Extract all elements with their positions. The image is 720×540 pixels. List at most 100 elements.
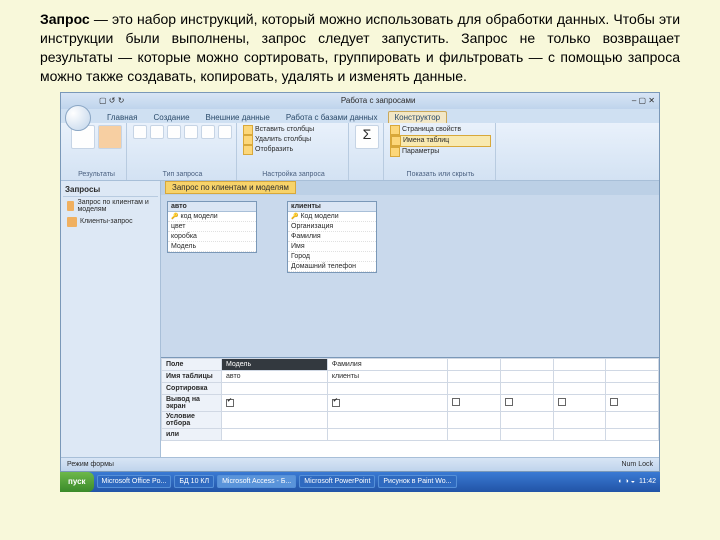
- qbe-cell[interactable]: [448, 382, 501, 394]
- slide-caption-rest: — это набор инструкций, который можно ис…: [40, 11, 680, 84]
- query-icon: [67, 201, 74, 211]
- start-button[interactable]: пуск: [60, 472, 94, 492]
- qbe-cell[interactable]: [448, 370, 501, 382]
- show-checkbox[interactable]: [452, 398, 460, 406]
- qbe-cell[interactable]: [500, 411, 553, 428]
- qbe-cell[interactable]: [606, 411, 659, 428]
- show-checkbox[interactable]: [558, 398, 566, 406]
- tab-create[interactable]: Создание: [147, 112, 195, 123]
- run-button[interactable]: [98, 125, 122, 149]
- qbe-cell[interactable]: [606, 370, 659, 382]
- qbe-cell[interactable]: [327, 428, 447, 440]
- taskbar-item-1[interactable]: БД 10 КЛ: [174, 475, 214, 488]
- navigation-pane[interactable]: Запросы Запрос по клиентам и моделям Кли…: [61, 181, 161, 457]
- relationship-area[interactable]: авто код модели цвет коробка Модель клие…: [161, 195, 659, 357]
- qtype-cross-icon[interactable]: [201, 125, 215, 139]
- taskbar-item-2[interactable]: Microsoft Access - Б...: [217, 475, 296, 488]
- qbe-cell[interactable]: [606, 394, 659, 411]
- qtype-delete-icon[interactable]: [218, 125, 232, 139]
- cmd-show[interactable]: Отобразить: [243, 145, 344, 155]
- qbe-cell[interactable]: [327, 411, 447, 428]
- qbe-cell[interactable]: [500, 394, 553, 411]
- qbe-cell[interactable]: [553, 428, 606, 440]
- qbe-cell[interactable]: [327, 382, 447, 394]
- cmd-table-names[interactable]: Имена таблиц: [390, 135, 491, 147]
- nav-header[interactable]: Запросы: [63, 183, 158, 197]
- cmd-prop-sheet[interactable]: Страница свойств: [390, 125, 491, 135]
- qbe-cell[interactable]: [500, 358, 553, 370]
- system-tray[interactable]: ◐ ◑ ◒ 11:42: [618, 478, 656, 485]
- qbe-cell[interactable]: [222, 411, 328, 428]
- qbe-cell[interactable]: [606, 428, 659, 440]
- qbe-cell[interactable]: [222, 428, 328, 440]
- qbe-cell[interactable]: [222, 394, 328, 411]
- fld-cli-4[interactable]: Город: [288, 252, 376, 262]
- fld-cli-1[interactable]: Организация: [288, 222, 376, 232]
- fld-cli-5[interactable]: Домашний телефон: [288, 262, 376, 272]
- start-label: пуск: [68, 477, 86, 486]
- table-clients[interactable]: клиенты Код модели Организация Фамилия И…: [287, 201, 377, 273]
- fld-cli-2[interactable]: Фамилия: [288, 232, 376, 242]
- qtype-make-icon[interactable]: [150, 125, 164, 139]
- titlebar: ▢ ↺ ↻ Работа с запросами – ▢ ✕: [61, 93, 659, 109]
- fld-avto-0[interactable]: код модели: [168, 212, 256, 222]
- qbe-cell[interactable]: [606, 382, 659, 394]
- qat[interactable]: ▢ ↺ ↻: [99, 96, 124, 105]
- fld-cli-3[interactable]: Имя: [288, 242, 376, 252]
- qtype-update-icon[interactable]: [184, 125, 198, 139]
- office-button[interactable]: [65, 105, 91, 131]
- tab-home[interactable]: Главная: [101, 112, 143, 123]
- show-checkbox[interactable]: [610, 398, 618, 406]
- group-qtype-label: Тип запроса: [133, 171, 232, 178]
- qbe-cell[interactable]: [553, 411, 606, 428]
- qbe-cell[interactable]: [222, 382, 328, 394]
- fld-cli-0[interactable]: Код модели: [288, 212, 376, 222]
- qtype-append-icon[interactable]: [167, 125, 181, 139]
- qbe-cell[interactable]: Модель: [222, 358, 328, 370]
- qbe-cell[interactable]: Фамилия: [327, 358, 447, 370]
- tab-external[interactable]: Внешние данные: [200, 112, 276, 123]
- tab-dbtools[interactable]: Работа с базами данных: [280, 112, 384, 123]
- taskbar-item-4[interactable]: Рисунок в Paint Wo...: [378, 475, 456, 488]
- doc-tab-active[interactable]: Запрос по клиентам и моделям: [165, 181, 296, 194]
- cmd-params[interactable]: Параметры: [390, 147, 491, 157]
- qbe-cell[interactable]: [500, 428, 553, 440]
- qbe-cell[interactable]: [553, 358, 606, 370]
- qbe-cell[interactable]: [553, 394, 606, 411]
- nav-item-1[interactable]: Клиенты-запрос: [63, 215, 158, 229]
- access-window: ▢ ↺ ↻ Работа с запросами – ▢ ✕ Главная С…: [60, 92, 660, 472]
- qbe-cell[interactable]: [448, 411, 501, 428]
- qbe-cell[interactable]: [606, 358, 659, 370]
- qbe-cell[interactable]: [500, 382, 553, 394]
- qbe-cell[interactable]: [553, 382, 606, 394]
- show-checkbox[interactable]: [505, 398, 513, 406]
- taskbar-item-3[interactable]: Microsoft PowerPoint: [299, 475, 375, 488]
- qbe-cell[interactable]: авто: [222, 370, 328, 382]
- qbe-cell[interactable]: [327, 394, 447, 411]
- window-controls[interactable]: – ▢ ✕: [632, 96, 655, 105]
- table-avto[interactable]: авто код модели цвет коробка Модель: [167, 201, 257, 253]
- fld-avto-1[interactable]: цвет: [168, 222, 256, 232]
- clock: 11:42: [639, 478, 656, 485]
- qbe-cell[interactable]: клиенты: [327, 370, 447, 382]
- totals-button[interactable]: Σ: [355, 125, 379, 149]
- cmd-delete-cols[interactable]: Удалить столбцы: [243, 135, 344, 145]
- qbe-cell[interactable]: [448, 428, 501, 440]
- tab-design[interactable]: Конструктор: [388, 111, 448, 123]
- qtype-select-icon[interactable]: [133, 125, 147, 139]
- tray-icons[interactable]: ◐ ◑ ◒: [618, 478, 635, 485]
- qbe-cell[interactable]: [500, 370, 553, 382]
- ribbon-group-sigma: Σ: [351, 123, 384, 180]
- cmd-insert-cols[interactable]: Вставить столбцы: [243, 125, 344, 135]
- show-checkbox[interactable]: [332, 399, 340, 407]
- qbe-cell[interactable]: [448, 358, 501, 370]
- ribbon-tabs: Главная Создание Внешние данные Работа с…: [61, 109, 659, 123]
- fld-avto-3[interactable]: Модель: [168, 242, 256, 252]
- show-checkbox[interactable]: [226, 399, 234, 407]
- taskbar-item-0[interactable]: Microsoft Office Po...: [97, 475, 172, 488]
- qbe-grid[interactable]: Поле Модель Фамилия Имя таблицы авто кли…: [161, 357, 659, 457]
- fld-avto-2[interactable]: коробка: [168, 232, 256, 242]
- qbe-cell[interactable]: [448, 394, 501, 411]
- qbe-cell[interactable]: [553, 370, 606, 382]
- nav-item-0[interactable]: Запрос по клиентам и моделям: [63, 197, 158, 215]
